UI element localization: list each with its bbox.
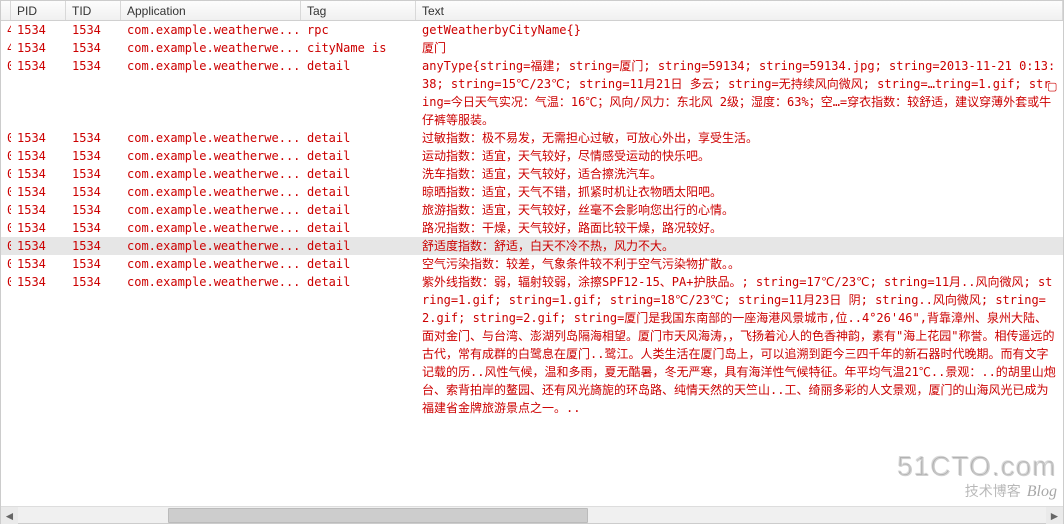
cell-text: 过敏指数：极不易发，无需担心过敏，可放心外出，享受生活。	[416, 129, 1063, 147]
log-row[interactable]: 0215341534com.example.weatherwe...detail…	[1, 147, 1063, 165]
cell-text: getWeatherbyCityName{}	[416, 21, 1063, 39]
cell-tag: detail	[301, 165, 416, 183]
cell-pid: 1534	[11, 219, 66, 237]
cell-tid: 1534	[66, 255, 121, 273]
cell-tag: detail	[301, 237, 416, 255]
header-level[interactable]	[1, 1, 11, 20]
cell-tid: 1534	[66, 183, 121, 201]
cell-level: 02	[1, 237, 11, 255]
cell-text: 厦门	[416, 39, 1063, 57]
cell-level: 02	[1, 183, 11, 201]
horizontal-scrollbar[interactable]: ◄ ►	[1, 506, 1063, 523]
cell-tid: 1534	[66, 39, 121, 57]
cell-pid: 1534	[11, 273, 66, 291]
cell-tid: 1534	[66, 57, 121, 75]
header-app[interactable]: Application	[121, 1, 301, 20]
cell-text: 路况指数：干燥，天气较好，路面比较干燥，路况较好。	[416, 219, 1063, 237]
cell-tid: 1534	[66, 237, 121, 255]
cell-level: 02	[1, 255, 11, 273]
cell-tag: rpc	[301, 21, 416, 39]
cell-text: 空气污染指数：较差，气象条件较不利于空气污染物扩散。。	[416, 255, 1063, 273]
cell-application: com.example.weatherwe...	[121, 219, 301, 237]
cell-application: com.example.weatherwe...	[121, 255, 301, 273]
cell-tag: detail	[301, 147, 416, 165]
log-row[interactable]: 0215341534com.example.weatherwe...detail…	[1, 201, 1063, 219]
cell-application: com.example.weatherwe...	[121, 183, 301, 201]
log-row[interactable]: 0215341534com.example.weatherwe...detail…	[1, 273, 1063, 417]
cell-pid: 1534	[11, 255, 66, 273]
cell-level: 42	[1, 21, 11, 39]
cell-tag: detail	[301, 255, 416, 273]
cell-application: com.example.weatherwe...	[121, 129, 301, 147]
cell-level: 02	[1, 57, 11, 75]
cell-text: 晾晒指数：适宜，天气不错，抓紧时机让衣物晒太阳吧。	[416, 183, 1063, 201]
log-row[interactable]: 4215341534com.example.weatherwe...cityNa…	[1, 39, 1063, 57]
cell-level: 02	[1, 219, 11, 237]
log-row[interactable]: 0215341534com.example.weatherwe...detail…	[1, 219, 1063, 237]
cell-application: com.example.weatherwe...	[121, 39, 301, 57]
log-row[interactable]: 0215341534com.example.weatherwe...detail…	[1, 165, 1063, 183]
cell-tid: 1534	[66, 147, 121, 165]
cell-pid: 1534	[11, 129, 66, 147]
cell-application: com.example.weatherwe...	[121, 165, 301, 183]
cell-pid: 1534	[11, 183, 66, 201]
cell-pid: 1534	[11, 21, 66, 39]
log-body[interactable]: 4215341534com.example.weatherwe...rpcget…	[1, 21, 1063, 505]
cell-pid: 1534	[11, 201, 66, 219]
cell-tag: detail	[301, 129, 416, 147]
cell-pid: 1534	[11, 57, 66, 75]
cell-level: 02	[1, 129, 11, 147]
cell-text: 紫外线指数：弱，辐射较弱，涂擦SPF12-15、PA+护肤品。; string=…	[416, 273, 1063, 417]
header-pid[interactable]: PID	[11, 1, 66, 20]
scroll-right-arrow-icon[interactable]: ►	[1046, 507, 1063, 524]
cell-tag: detail	[301, 183, 416, 201]
cell-level: 02	[1, 165, 11, 183]
cell-tid: 1534	[66, 201, 121, 219]
cell-level: 02	[1, 273, 11, 291]
cell-tid: 1534	[66, 273, 121, 291]
cell-text: 洗车指数：适宜，天气较好，适合擦洗汽车。	[416, 165, 1063, 183]
scroll-thumb[interactable]	[168, 508, 588, 523]
cell-pid: 1534	[11, 147, 66, 165]
cell-level: 02	[1, 147, 11, 165]
log-row[interactable]: 0215341534com.example.weatherwe...detail…	[1, 237, 1063, 255]
cell-level: 02	[1, 201, 11, 219]
scroll-track[interactable]	[18, 508, 1046, 523]
cell-tag: detail	[301, 219, 416, 237]
cell-application: com.example.weatherwe...	[121, 237, 301, 255]
table-header: PID TID Application Tag Text	[1, 1, 1063, 21]
cell-pid: 1534	[11, 237, 66, 255]
log-row[interactable]: 4215341534com.example.weatherwe...rpcget…	[1, 21, 1063, 39]
header-tid[interactable]: TID	[66, 1, 121, 20]
cell-text: 运动指数：适宜，天气较好，尽情感受运动的快乐吧。	[416, 147, 1063, 165]
log-row[interactable]: 0215341534com.example.weatherwe...detail…	[1, 183, 1063, 201]
cell-tid: 1534	[66, 21, 121, 39]
log-row[interactable]: 0215341534com.example.weatherwe...detail…	[1, 57, 1063, 129]
cell-application: com.example.weatherwe...	[121, 273, 301, 291]
cell-tag: detail	[301, 57, 416, 75]
cell-application: com.example.weatherwe...	[121, 57, 301, 75]
cell-tid: 1534	[66, 129, 121, 147]
cell-application: com.example.weatherwe...	[121, 201, 301, 219]
log-row[interactable]: 0215341534com.example.weatherwe...detail…	[1, 129, 1063, 147]
header-tag[interactable]: Tag	[301, 1, 416, 20]
cell-text: 旅游指数：适宜，天气较好，丝毫不会影响您出行的心情。	[416, 201, 1063, 219]
cell-level: 42	[1, 39, 11, 57]
cell-tid: 1534	[66, 165, 121, 183]
cell-tag: cityName is	[301, 39, 416, 57]
log-row[interactable]: 0215341534com.example.weatherwe...detail…	[1, 255, 1063, 273]
cell-application: com.example.weatherwe...	[121, 21, 301, 39]
cell-tag: detail	[301, 201, 416, 219]
cell-text: 舒适度指数：舒适，白天不冷不热，风力不大。	[416, 237, 1063, 255]
expand-icon	[1047, 79, 1059, 91]
cell-tag: detail	[301, 273, 416, 291]
scroll-left-arrow-icon[interactable]: ◄	[1, 507, 18, 524]
cell-application: com.example.weatherwe...	[121, 147, 301, 165]
cell-text: anyType{string=福建; string=厦门; string=591…	[416, 57, 1063, 129]
header-text[interactable]: Text	[416, 1, 1063, 20]
cell-pid: 1534	[11, 165, 66, 183]
cell-tid: 1534	[66, 219, 121, 237]
cell-pid: 1534	[11, 39, 66, 57]
